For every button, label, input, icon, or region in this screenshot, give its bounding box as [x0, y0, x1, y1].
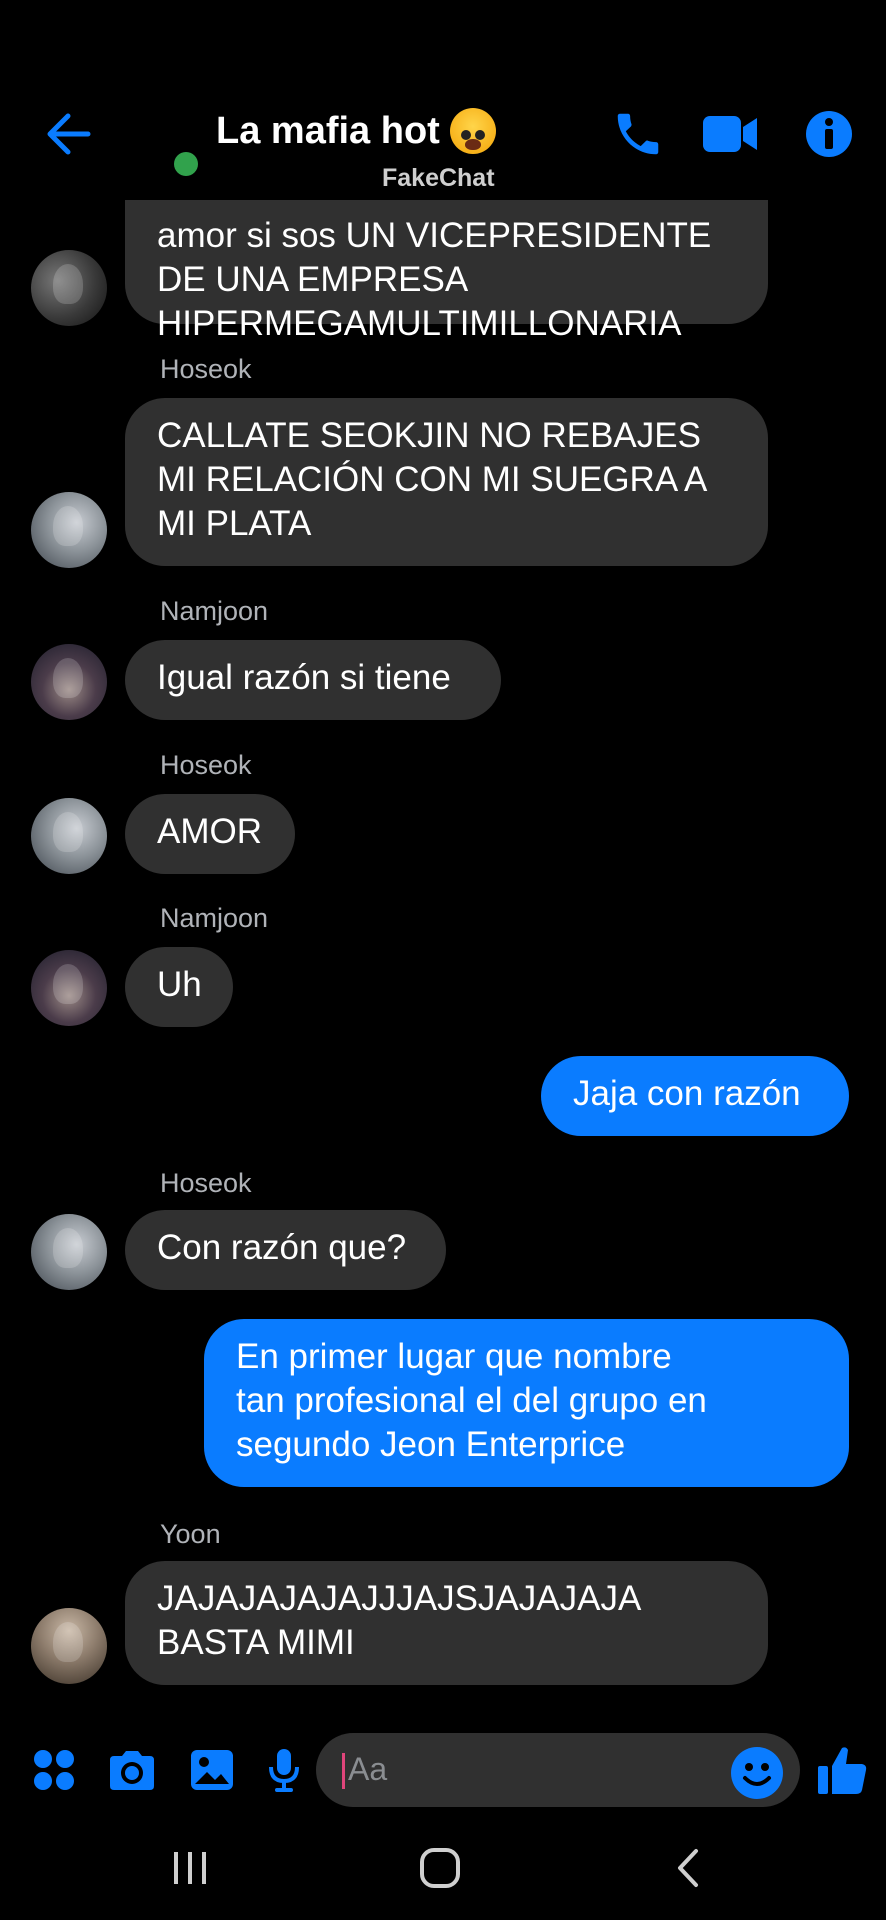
avatar-namjoon[interactable]: [31, 644, 107, 720]
emoji-icon: [731, 1747, 783, 1799]
sender-name: Namjoon: [160, 903, 269, 933]
hot-face-emoji-icon: [449, 108, 496, 154]
info-icon: [806, 111, 852, 157]
message-bubble[interactable]: AMOR: [125, 794, 295, 874]
recent-apps-icon: [174, 1852, 206, 1884]
voice-message-button[interactable]: [262, 1740, 306, 1800]
text-caret: [342, 1753, 345, 1789]
recent-apps-button[interactable]: [168, 1838, 212, 1898]
group-name: La mafia hot: [216, 109, 440, 152]
avatar-hoseok[interactable]: [31, 492, 107, 568]
home-button[interactable]: [418, 1838, 462, 1898]
sent-message-bubble[interactable]: Jaja con razón: [541, 1056, 849, 1136]
conversation-info-button[interactable]: [800, 106, 858, 162]
chat-header: La mafia hot FakeChat: [0, 0, 886, 200]
message-bubble[interactable]: CALLATE SEOKJIN NO REBAJES MI RELACIÓN C…: [125, 398, 768, 566]
avatar-yoon[interactable]: [31, 1608, 107, 1684]
avatar-namjoon[interactable]: [31, 950, 107, 1026]
message-bubble[interactable]: Con razón que?: [125, 1210, 446, 1290]
back-button[interactable]: [40, 108, 96, 160]
video-camera-icon: [703, 116, 757, 152]
home-icon: [420, 1848, 460, 1888]
message-bubble[interactable]: JAJAJAJAJAJJJAJSJAJAJAJA BASTA MIMI: [125, 1561, 768, 1685]
sender-name: Hoseok: [160, 1168, 252, 1198]
sender-name: Namjoon: [160, 596, 269, 626]
chat-title[interactable]: La mafia hot: [216, 108, 496, 154]
emoji-button[interactable]: [728, 1743, 786, 1803]
avatar-hoseok[interactable]: [31, 1214, 107, 1290]
message-input-placeholder: Aa: [348, 1751, 388, 1787]
sender-name: Hoseok: [160, 354, 252, 384]
voice-call-button[interactable]: [608, 106, 668, 162]
sender-name: Yoon: [160, 1519, 221, 1549]
arrow-left-icon: [47, 113, 91, 155]
watermark: FakeChat: [382, 164, 495, 192]
camera-button[interactable]: [104, 1740, 160, 1800]
message-bubble[interactable]: Uh: [125, 947, 233, 1027]
like-button[interactable]: [814, 1740, 870, 1800]
back-icon: [678, 1849, 698, 1887]
sender-name: Hoseok: [160, 750, 252, 780]
online-status-dot: [174, 152, 198, 176]
camera-icon: [110, 1751, 154, 1790]
avatar-hoseok[interactable]: [31, 798, 107, 874]
microphone-icon: [269, 1749, 299, 1792]
gallery-button[interactable]: [185, 1740, 239, 1800]
image-icon: [191, 1750, 233, 1790]
phone-icon: [617, 113, 659, 155]
video-call-button[interactable]: [700, 106, 760, 162]
message-bubble[interactable]: Igual razón si tiene: [125, 640, 501, 720]
sent-message-bubble[interactable]: En primer lugar que nombre tan profesion…: [204, 1319, 849, 1487]
avatar-seokjin[interactable]: [31, 250, 107, 326]
thumbs-up-icon: [818, 1747, 867, 1794]
apps-icon: [34, 1750, 74, 1790]
apps-button[interactable]: [28, 1740, 80, 1800]
system-back-button[interactable]: [672, 1838, 704, 1898]
message-list[interactable]: amor si sos UN VICEPRESIDENTE DE UNA EMP…: [0, 140, 886, 1700]
